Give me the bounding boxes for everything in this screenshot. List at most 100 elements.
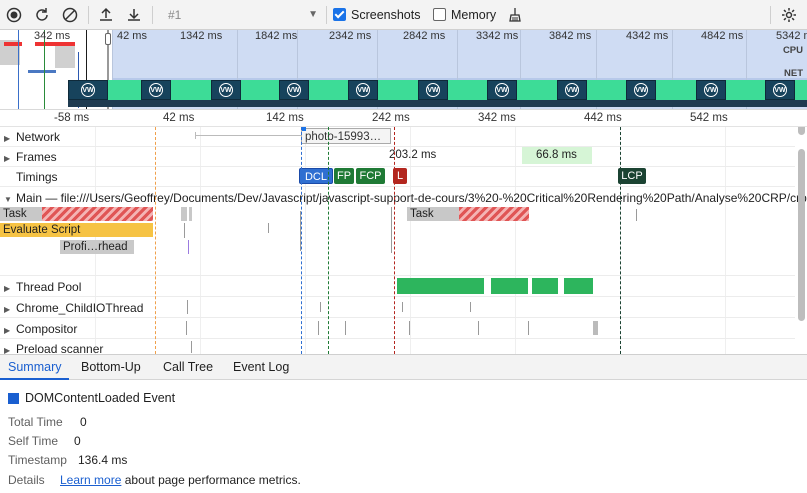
io-thread-title[interactable]: ▶ Chrome_ChildIOThread <box>4 301 143 315</box>
self-time-label: Self Time <box>8 434 59 448</box>
preload-scanner-track[interactable]: ▶ Preload scanner <box>0 339 795 354</box>
overview-tick: 4342 ms <box>626 30 669 42</box>
timestamp-value: 136.4 ms <box>78 453 128 467</box>
fp-marker[interactable]: FP <box>334 168 354 184</box>
frames-track-title[interactable]: ▶ Frames <box>4 150 57 164</box>
timestamp-label: Timestamp <box>8 453 67 467</box>
tab-call-tree[interactable]: Call Tree <box>163 360 213 374</box>
details-text: about page performance metrics. <box>124 473 301 487</box>
expand-arrow-icon[interactable]: ▶ <box>4 346 16 354</box>
memory-label: Memory <box>451 8 497 22</box>
ruler-tick: 142 ms <box>266 112 304 124</box>
time-ruler: -58 ms 42 ms 142 ms 242 ms 342 ms 442 ms… <box>0 110 807 127</box>
net-request <box>28 70 56 73</box>
overview-tick: 5342 ms <box>776 30 807 42</box>
memory-checkbox[interactable] <box>433 8 446 21</box>
long-task-indicator <box>459 207 529 221</box>
main-track-title[interactable]: ▼ Main — file:///Users/Geoffrey/Documents… <box>4 191 807 205</box>
overview-selection[interactable] <box>112 30 807 109</box>
screenshots-checkbox[interactable] <box>333 8 346 21</box>
active-tab-indicator <box>0 378 69 380</box>
ruler-tick: -58 ms <box>54 112 90 124</box>
learn-more-link[interactable]: Learn more <box>60 473 121 487</box>
frame-duration[interactable]: 66.8 ms <box>536 149 577 161</box>
load-marker[interactable]: L <box>393 168 407 184</box>
marker-line <box>18 30 19 109</box>
overview-tick: 4842 ms <box>701 30 744 42</box>
tab-event-log[interactable]: Event Log <box>233 360 289 374</box>
ruler-tick: 542 ms <box>690 112 728 124</box>
total-time-label: Total Time <box>8 415 63 429</box>
self-time-value: 0 <box>74 434 81 448</box>
overview-tick: 2342 ms <box>329 30 372 42</box>
network-track-title[interactable]: ▶ Network <box>4 130 60 144</box>
upload-icon[interactable] <box>96 5 116 25</box>
marker-line <box>44 30 45 109</box>
thread-pool-title[interactable]: ▶ Thread Pool <box>4 280 81 294</box>
event-color-swatch <box>8 392 19 404</box>
overview-time-label: 342 ms <box>34 30 71 42</box>
broom-icon[interactable] <box>505 5 525 25</box>
thread-pool-activity[interactable] <box>532 278 558 294</box>
details-panel: Summary Bottom-Up Call Tree Event Log DO… <box>0 354 807 493</box>
network-track[interactable]: ▶ Network <box>0 127 795 147</box>
ruler-tick: 442 ms <box>584 112 622 124</box>
expand-arrow-icon[interactable]: ▶ <box>4 134 16 143</box>
scrollbar-thumb[interactable] <box>798 149 805 321</box>
summary-title: DOMContentLoaded Event <box>25 391 176 405</box>
tab-summary[interactable]: Summary <box>8 360 61 374</box>
timings-track-title[interactable]: Timings <box>16 170 58 184</box>
overview-tick: 1342 ms <box>180 30 223 42</box>
ruler-tick: 342 ms <box>478 112 516 124</box>
timeline-overview[interactable]: 342 ms 42 ms 1342 ms 1842 ms 2342 ms 284… <box>0 30 807 110</box>
expand-arrow-icon[interactable]: ▶ <box>4 284 16 293</box>
summary-header: DOMContentLoaded Event <box>8 391 175 405</box>
screenshots-label: Screenshots <box>351 8 421 22</box>
fcp-marker[interactable]: FCP <box>356 168 385 184</box>
lcp-line <box>620 127 621 354</box>
flame-chart[interactable]: ▶ Network photo-15993… ▶ Frames 203.2 ms 6… <box>0 127 807 354</box>
performance-toolbar: #1 ▼ Screenshots Memory <box>0 0 807 30</box>
cpu-long-task <box>4 42 22 46</box>
network-request-bar[interactable]: photo-15993… <box>301 128 391 144</box>
compositor-track[interactable]: ▶ Compositor <box>0 318 795 339</box>
collapse-arrow-icon[interactable]: ▼ <box>4 195 16 204</box>
scrollbar-top[interactable] <box>798 127 805 135</box>
thread-pool-activity[interactable] <box>397 278 484 294</box>
task-event[interactable]: Task <box>0 207 42 221</box>
main-track[interactable]: ▼ Main — file:///Users/Geoffrey/Documents… <box>0 187 807 207</box>
overview-tick: 42 ms <box>117 30 147 42</box>
marker-line <box>86 30 87 109</box>
chevron-down-icon: ▼ <box>308 9 318 20</box>
download-icon[interactable] <box>124 5 144 25</box>
overview-tick: 3842 ms <box>549 30 592 42</box>
profile-select[interactable]: #1 ▼ <box>160 4 322 26</box>
task-event[interactable]: Task <box>407 207 459 221</box>
preload-scanner-title[interactable]: ▶ Preload scanner <box>4 342 103 354</box>
expand-arrow-icon[interactable]: ▶ <box>4 305 16 314</box>
total-time-value: 0 <box>80 415 87 429</box>
ruler-tick: 42 ms <box>163 112 195 124</box>
clear-icon[interactable] <box>60 5 80 25</box>
reload-icon[interactable] <box>32 5 52 25</box>
record-icon[interactable] <box>4 5 24 25</box>
io-thread-track[interactable]: ▶ Chrome_ChildIOThread <box>0 297 795 318</box>
lcp-marker[interactable]: LCP <box>618 168 646 184</box>
details-value: Learn more about page performance metric… <box>60 473 301 487</box>
gear-icon[interactable] <box>779 5 799 25</box>
overview-tick: 1842 ms <box>255 30 298 42</box>
selection-grip[interactable] <box>105 33 111 45</box>
expand-arrow-icon[interactable]: ▶ <box>4 154 16 163</box>
expand-arrow-icon[interactable]: ▶ <box>4 326 16 335</box>
cpu-band <box>112 78 807 80</box>
compositor-title[interactable]: ▶ Compositor <box>4 322 77 336</box>
overview-tick: 3342 ms <box>476 30 519 42</box>
evaluate-script-event[interactable]: Evaluate Script <box>0 223 153 237</box>
tab-bottom-up[interactable]: Bottom-Up <box>81 360 141 374</box>
profiling-overhead-event[interactable]: Profi…rhead <box>60 240 134 254</box>
frame-duration[interactable]: 203.2 ms <box>389 149 436 161</box>
thread-pool-activity[interactable] <box>491 278 528 294</box>
thread-pool-activity[interactable] <box>564 278 593 294</box>
marker-line <box>78 52 79 108</box>
overview-tick: 2842 ms <box>403 30 446 42</box>
